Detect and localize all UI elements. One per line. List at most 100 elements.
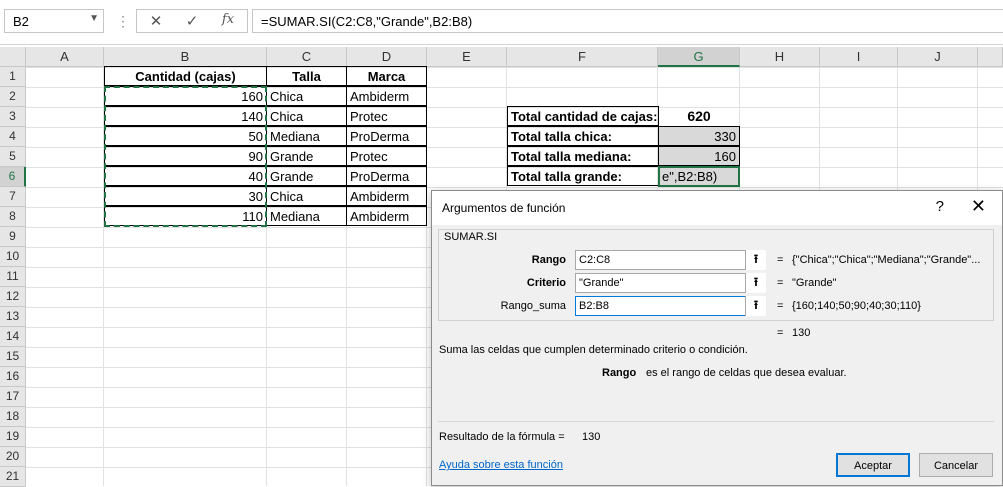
table-header-cell[interactable]: Cantidad (cajas) xyxy=(104,66,267,86)
enter-icon[interactable]: ✓ xyxy=(179,12,205,32)
table-cell[interactable]: Ambiderm xyxy=(346,186,427,206)
column-header-k[interactable] xyxy=(978,47,1003,67)
arg-help-text: es el rango de celdas que desea evaluar. xyxy=(646,367,847,379)
column-header-d[interactable]: D xyxy=(347,47,427,67)
row-header-21[interactable]: 21 xyxy=(0,467,26,487)
help-icon[interactable]: ? xyxy=(936,198,944,215)
table-cell[interactable]: Grande xyxy=(266,146,347,166)
row-header-1[interactable]: 1 xyxy=(0,67,26,87)
formula-input[interactable]: =SUMAR.SI(C2:C8,"Grande",B2:B8) xyxy=(252,9,1003,33)
row-header-16[interactable]: 16 xyxy=(0,367,26,387)
more-options-icon[interactable]: ⋮ xyxy=(116,13,130,30)
rango-suma-input[interactable]: B2:B8 xyxy=(575,296,766,316)
rango-value: {"Chica";"Chica";"Mediana";"Grande"... xyxy=(792,254,981,266)
table-header-cell[interactable]: Talla xyxy=(266,66,347,86)
function-arguments-dialog: Argumentos de función ? ✕ SUMAR.SI Rango… xyxy=(431,190,1003,486)
table-cell[interactable]: Chica xyxy=(266,186,347,206)
table-cell[interactable]: Grande xyxy=(266,166,347,186)
dialog-separator xyxy=(438,421,994,422)
summary-value[interactable]: 620 xyxy=(658,106,740,126)
arg-label-criterio: Criterio xyxy=(526,277,566,289)
dialog-title-bar[interactable]: Argumentos de función ? ✕ xyxy=(432,191,1002,225)
row-header-9[interactable]: 9 xyxy=(0,227,26,247)
row-header-2[interactable]: 2 xyxy=(0,87,26,107)
close-icon[interactable]: ✕ xyxy=(971,196,986,217)
collapse-dialog-icon[interactable]: ⭱ xyxy=(745,250,766,270)
row-header-10[interactable]: 10 xyxy=(0,247,26,267)
column-header-c[interactable]: C xyxy=(267,47,347,67)
table-cell[interactable]: Mediana xyxy=(266,206,347,226)
name-box[interactable]: B2 ▼ xyxy=(4,9,104,33)
summary-value[interactable]: 160 xyxy=(658,146,740,166)
column-header-f[interactable]: F xyxy=(507,47,658,67)
table-cell[interactable]: Ambiderm xyxy=(346,86,427,106)
row-header-3[interactable]: 3 xyxy=(0,107,26,127)
summary-label[interactable]: Total talla chica: xyxy=(507,126,659,146)
table-cell[interactable]: Chica xyxy=(266,106,347,126)
column-header-g[interactable]: G xyxy=(658,47,740,67)
chevron-down-icon[interactable]: ▼ xyxy=(89,13,99,24)
table-cell[interactable]: Ambiderm xyxy=(346,206,427,226)
arg-help-name: Rango xyxy=(602,367,637,379)
column-header-i[interactable]: I xyxy=(820,47,898,67)
column-header-j[interactable]: J xyxy=(898,47,978,67)
row-header-18[interactable]: 18 xyxy=(0,407,26,427)
formula-result-value: 130 xyxy=(582,431,601,443)
cancel-icon[interactable]: ✕ xyxy=(143,12,169,32)
collapse-dialog-icon[interactable]: ⭱ xyxy=(745,273,766,293)
equals-sign: = xyxy=(777,300,784,312)
active-cell-content: e",B2:B8) xyxy=(662,169,718,184)
rango-suma-value: {160;140;50;90;40;30;110} xyxy=(792,300,921,312)
summary-label[interactable]: Total talla mediana: xyxy=(507,146,659,166)
formula-text: =SUMAR.SI(C2:C8,"Grande",B2:B8) xyxy=(261,14,473,29)
criterio-value: "Grande" xyxy=(792,277,837,289)
criterio-input[interactable]: "Grande" xyxy=(575,273,766,293)
table-cell[interactable]: ProDerma xyxy=(346,126,427,146)
summary-label[interactable]: Total cantidad de cajas: xyxy=(507,106,659,126)
row-header-13[interactable]: 13 xyxy=(0,307,26,327)
row-header-11[interactable]: 11 xyxy=(0,267,26,287)
row-header-5[interactable]: 5 xyxy=(0,147,26,167)
row-header-6[interactable]: 6 xyxy=(0,167,26,187)
ok-button[interactable]: Aceptar xyxy=(836,453,910,477)
arg-label-rango-suma: Rango_suma xyxy=(500,300,566,312)
table-cell[interactable]: Mediana xyxy=(266,126,347,146)
column-header-a[interactable]: A xyxy=(26,47,104,67)
table-header-cell[interactable]: Marca xyxy=(346,66,427,86)
row-header-19[interactable]: 19 xyxy=(0,427,26,447)
insert-function-icon[interactable]: fx xyxy=(215,12,241,32)
active-cell-g6[interactable]: e",B2:B8) xyxy=(658,166,740,187)
summary-value[interactable]: 330 xyxy=(658,126,740,146)
formula-bar: B2 ▼ ⋮ ✕ ✓ fx =SUMAR.SI(C2:C8,"Grande",B… xyxy=(0,0,1003,45)
column-header-b[interactable]: B xyxy=(104,47,267,67)
table-cell[interactable]: Protec xyxy=(346,106,427,126)
dialog-title: Argumentos de función xyxy=(442,201,566,215)
table-cell[interactable]: Protec xyxy=(346,146,427,166)
select-all-corner[interactable] xyxy=(0,47,26,67)
range-marquee xyxy=(104,86,267,227)
formula-result-label: Resultado de la fórmula = xyxy=(439,431,565,443)
equals-sign: = xyxy=(777,254,784,266)
function-name: SUMAR.SI xyxy=(444,231,498,243)
help-link[interactable]: Ayuda sobre esta función xyxy=(439,459,563,471)
row-header-14[interactable]: 14 xyxy=(0,327,26,347)
summary-label[interactable]: Total talla grande: xyxy=(507,166,659,186)
equals-sign: = xyxy=(777,277,784,289)
cancel-button[interactable]: Cancelar xyxy=(919,453,993,477)
row-header-4[interactable]: 4 xyxy=(0,127,26,147)
column-header-h[interactable]: H xyxy=(740,47,820,67)
row-header-12[interactable]: 12 xyxy=(0,287,26,307)
row-header-8[interactable]: 8 xyxy=(0,207,26,227)
formula-buttons: ✕ ✓ fx xyxy=(136,9,248,33)
table-cell[interactable]: ProDerma xyxy=(346,166,427,186)
table-cell[interactable]: Chica xyxy=(266,86,347,106)
row-header-17[interactable]: 17 xyxy=(0,387,26,407)
arg-label-rango: Rango xyxy=(531,254,566,266)
rango-input[interactable]: C2:C8 xyxy=(575,250,766,270)
row-header-7[interactable]: 7 xyxy=(0,187,26,207)
column-header-e[interactable]: E xyxy=(427,47,507,67)
function-description: Suma las celdas que cumplen determinado … xyxy=(439,344,748,356)
row-header-15[interactable]: 15 xyxy=(0,347,26,367)
collapse-dialog-icon[interactable]: ⭱ xyxy=(745,296,766,316)
row-header-20[interactable]: 20 xyxy=(0,447,26,467)
